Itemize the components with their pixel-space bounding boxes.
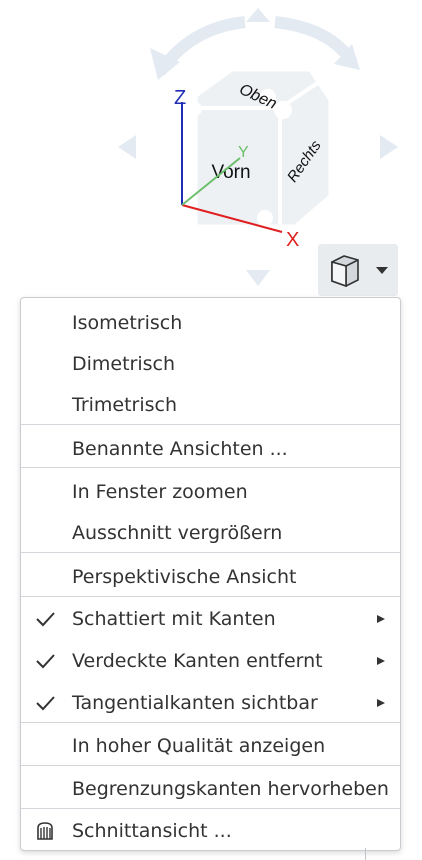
menu-separator xyxy=(21,808,400,809)
menu-item-label: Isometrisch xyxy=(72,312,183,334)
view-menu: Isometrisch Dimetrisch Trimetrisch Benan… xyxy=(20,297,401,851)
check-icon xyxy=(36,612,55,627)
menu-separator xyxy=(21,765,400,766)
menu-item-named-views[interactable]: Benannte Ansichten ... xyxy=(21,428,400,470)
menu-item-dimetric[interactable]: Dimetrisch xyxy=(21,343,400,385)
menu-item-hidden-edges-removed[interactable]: Verdeckte Kanten entfernt xyxy=(21,640,400,682)
menu-item-label: Schnittansicht ... xyxy=(72,820,232,842)
menu-item-label: Tangentialkanten sichtbar xyxy=(72,692,318,714)
check-icon xyxy=(36,654,55,669)
menu-item-trimetric[interactable]: Trimetrisch xyxy=(21,384,400,426)
menu-item-section-view[interactable]: Schnittansicht ... xyxy=(21,810,400,850)
arrow-left-icon xyxy=(118,135,136,159)
menu-item-label: In hoher Qualität anzeigen xyxy=(72,735,326,757)
submenu-arrow-icon xyxy=(377,699,385,707)
check-icon xyxy=(36,696,55,711)
submenu-arrow-icon xyxy=(377,615,385,623)
menu-item-label: Ausschnitt vergrößern xyxy=(72,522,283,544)
rotate-right-arc-icon xyxy=(274,16,358,66)
submenu-arrow-icon xyxy=(377,657,385,665)
panel-edge xyxy=(365,848,366,860)
arrow-down-icon xyxy=(246,270,270,286)
arrow-right-icon xyxy=(380,135,398,159)
menu-separator xyxy=(21,467,400,468)
cube-icon xyxy=(331,255,359,288)
menu-item-high-quality[interactable]: In hoher Qualität anzeigen xyxy=(21,725,400,767)
menu-separator xyxy=(21,722,400,723)
menu-item-shaded-with-edges[interactable]: Schattiert mit Kanten xyxy=(21,598,400,640)
menu-item-zoom-window[interactable]: Ausschnitt vergrößern xyxy=(21,512,400,554)
menu-separator xyxy=(21,424,400,425)
menu-item-highlight-boundary-edges[interactable]: Begrenzungskanten hervorheben xyxy=(21,768,400,810)
menu-item-label: Trimetrisch xyxy=(72,394,178,416)
menu-separator xyxy=(21,596,400,597)
menu-item-label: Perspektivische Ansicht xyxy=(72,566,297,588)
menu-item-perspective[interactable]: Perspektivische Ansicht xyxy=(21,556,400,598)
view-options-button[interactable] xyxy=(318,244,398,296)
menu-item-zoom-to-fit[interactable]: In Fenster zoomen xyxy=(21,471,400,513)
chevron-down-icon xyxy=(376,267,388,274)
menu-item-label: Benannte Ansichten ... xyxy=(72,438,288,460)
menu-separator xyxy=(21,552,400,553)
menu-item-label: In Fenster zoomen xyxy=(72,481,248,503)
menu-item-tangent-edges-visible[interactable]: Tangentialkanten sichtbar xyxy=(21,682,400,724)
menu-item-label: Begrenzungskanten hervorheben xyxy=(72,778,389,800)
menu-item-label: Dimetrisch xyxy=(72,353,176,375)
arrow-up-icon xyxy=(246,8,270,22)
section-view-icon xyxy=(37,822,53,840)
x-axis-label: X xyxy=(286,229,299,251)
menu-item-label: Verdeckte Kanten entfernt xyxy=(72,650,323,672)
z-axis-label: Z xyxy=(174,87,186,109)
menu-item-label: Schattiert mit Kanten xyxy=(72,608,276,630)
y-axis-label: Y xyxy=(238,144,249,161)
menu-item-isometric[interactable]: Isometrisch xyxy=(21,302,400,344)
